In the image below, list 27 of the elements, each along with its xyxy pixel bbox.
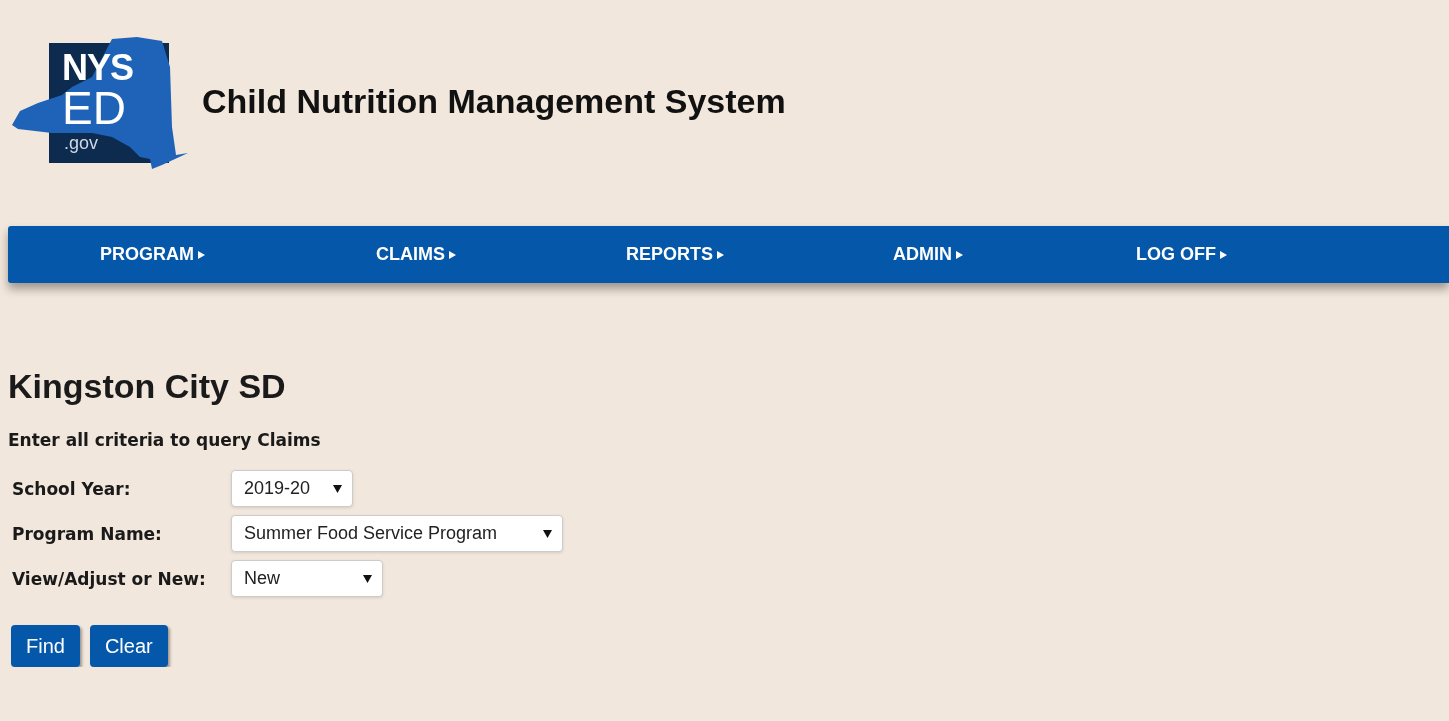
- nav-link[interactable]: LOG OFF: [1136, 244, 1227, 265]
- dropdown-arrow-icon: [543, 529, 552, 538]
- caret-icon: [956, 250, 963, 259]
- nav-link[interactable]: ADMIN: [893, 244, 1136, 265]
- action-button[interactable]: Clear: [89, 625, 168, 667]
- dropdown-arrow-icon: [363, 574, 372, 583]
- page-title: Kingston City SD: [8, 367, 286, 406]
- field-label: View/Adjust or New:: [12, 568, 207, 589]
- field-label: Program Name:: [12, 523, 163, 544]
- logo-text: NYS: [62, 50, 134, 86]
- dropdown[interactable]: 2019-20: [231, 470, 353, 507]
- logo-text: ED: [62, 85, 126, 131]
- caret-icon: [1220, 250, 1227, 259]
- dropdown-arrow-icon: [333, 484, 342, 493]
- site-title: Child Nutrition Management System: [202, 81, 786, 121]
- nav-link[interactable]: REPORTS: [626, 244, 893, 265]
- caret-icon: [717, 250, 724, 259]
- logo-text: .gov: [64, 134, 99, 152]
- field-label: School Year:: [12, 478, 132, 499]
- caret-icon: [198, 250, 205, 259]
- dropdown[interactable]: New: [231, 560, 383, 597]
- action-button[interactable]: Find: [11, 625, 80, 667]
- caret-icon: [449, 250, 456, 259]
- instructions-text: Enter all criteria to query Claims: [8, 430, 321, 450]
- nav-link[interactable]: PROGRAM: [100, 244, 376, 265]
- dropdown[interactable]: Summer Food Service Program: [231, 515, 563, 552]
- nav-link[interactable]: CLAIMS: [376, 244, 626, 265]
